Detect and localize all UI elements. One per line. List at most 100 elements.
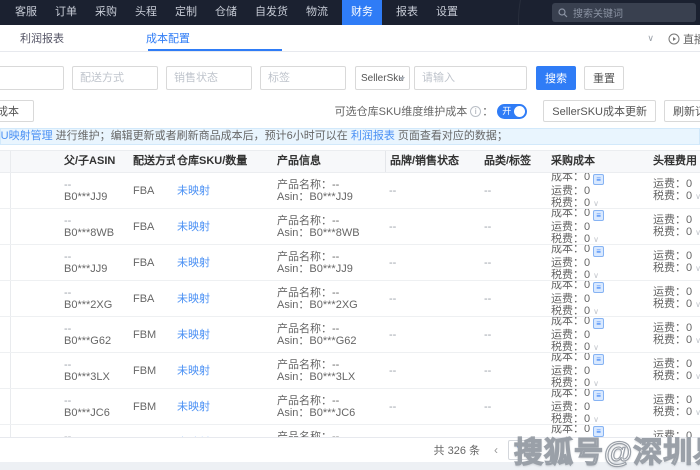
- row-select-strip[interactable]: [0, 245, 11, 280]
- expand-icon[interactable]: ∨: [593, 415, 599, 424]
- unmapped-link[interactable]: 未映射: [177, 293, 210, 305]
- expand-icon[interactable]: ∨: [593, 235, 599, 244]
- filter-input-cut[interactable]: [0, 66, 64, 90]
- expand-icon[interactable]: ∨: [695, 264, 700, 273]
- purchase-freight: 运费：0: [551, 293, 591, 305]
- page-number[interactable]: 1: [508, 440, 530, 460]
- top-navbar: 客服 订单 采购 头程 定制 仓储 自发货 物流 财务 报表 设置 搜索关键词: [0, 0, 700, 25]
- child-asin: B0***3LX: [64, 370, 110, 383]
- tag-filter[interactable]: [260, 66, 346, 90]
- warehouse-sku-toggle[interactable]: 开: [497, 103, 528, 119]
- nav-item-2[interactable]: 采购: [91, 0, 121, 25]
- edit-cost-icon[interactable]: [593, 210, 605, 221]
- nav-item-3[interactable]: 头程: [131, 0, 161, 25]
- expand-icon[interactable]: ∨: [695, 372, 700, 381]
- nav-item-0[interactable]: 客服: [11, 0, 41, 25]
- tab-cost-config[interactable]: 成本配置: [146, 30, 190, 46]
- seller-sku-select[interactable]: SellerSku: [355, 66, 410, 90]
- child-asin: B0***JJ9: [64, 190, 108, 203]
- column-header-6: 采购成本: [551, 155, 595, 167]
- expand-icon[interactable]: ∨: [593, 199, 599, 208]
- delivery-method-filter[interactable]: [72, 66, 158, 90]
- tab-profit-report[interactable]: 利润报表: [20, 30, 64, 46]
- product-asin: Asin：B0***8WB: [277, 226, 360, 239]
- column-header-7: 头程费用: [653, 155, 697, 167]
- headway-tax: 税费：0: [653, 298, 693, 310]
- edit-cost-icon[interactable]: [593, 246, 605, 257]
- expand-icon[interactable]: ∨: [695, 228, 700, 237]
- row-select-strip[interactable]: [0, 209, 11, 244]
- edit-cost-icon[interactable]: [593, 174, 605, 185]
- expand-icon[interactable]: ∨: [695, 192, 700, 201]
- sku-mapping-link[interactable]: SKU映射管理: [1, 130, 53, 142]
- nav-item-4[interactable]: 定制: [171, 0, 201, 25]
- category-tag: --: [484, 400, 492, 413]
- edit-cost-icon[interactable]: [593, 390, 605, 401]
- search-icon: [558, 7, 568, 17]
- purchase-cost: 成本：0: [551, 281, 591, 291]
- headway-freight: 运费：0: [653, 178, 693, 190]
- profit-report-link[interactable]: 利润报表: [351, 130, 395, 142]
- unmapped-link[interactable]: 未映射: [177, 257, 210, 269]
- sales-status-filter[interactable]: [166, 66, 252, 90]
- nav-item-9[interactable]: 报表: [392, 0, 422, 25]
- header-select-strip: [0, 151, 11, 172]
- delivery-method: FBA: [133, 184, 155, 197]
- unmapped-link[interactable]: 未映射: [177, 221, 210, 233]
- expand-icon[interactable]: ∨: [593, 271, 599, 280]
- filter-bar: SellerSku 搜索 重置: [0, 66, 700, 90]
- chevron-down-icon[interactable]: ∨: [647, 33, 654, 44]
- unmapped-link[interactable]: 未映射: [177, 185, 210, 197]
- expand-icon[interactable]: ∨: [695, 408, 700, 417]
- sub-tabs-bar: 利润报表 成本配置 ∨ 直播/: [0, 25, 700, 52]
- edit-cost-icon[interactable]: [593, 318, 605, 329]
- expand-icon[interactable]: ∨: [695, 300, 700, 309]
- child-asin: B0***8WB: [64, 226, 115, 239]
- row-select-strip[interactable]: [0, 281, 11, 316]
- purchase-tax: 税费：0: [551, 305, 591, 316]
- nav-item-1[interactable]: 订单: [51, 0, 81, 25]
- seller-sku-cost-update-button[interactable]: SellerSKU成本更新: [543, 100, 656, 122]
- edit-cost-icon[interactable]: [593, 426, 605, 437]
- row-select-strip[interactable]: [0, 173, 11, 208]
- purchase-tax: 税费：0: [551, 269, 591, 280]
- expand-icon[interactable]: ∨: [695, 336, 700, 345]
- row-select-strip[interactable]: [0, 317, 11, 352]
- column-header-4: 品牌/销售状态: [385, 151, 479, 172]
- prev-page-icon[interactable]: ‹: [494, 443, 498, 457]
- headway-tax: 税费：0: [653, 190, 693, 202]
- unmapped-link[interactable]: 未映射: [177, 365, 210, 377]
- unmapped-link[interactable]: 未映射: [177, 329, 210, 341]
- nav-item-7[interactable]: 物流: [302, 0, 332, 25]
- headway-freight: 运费：0: [653, 394, 693, 406]
- row-select-strip[interactable]: [0, 353, 11, 388]
- purchase-tax: 税费：0: [551, 197, 591, 208]
- product-asin: Asin：B0***JC6: [277, 406, 356, 419]
- brand-status: --: [389, 364, 397, 377]
- nav-item-6[interactable]: 自发货: [251, 0, 292, 25]
- global-search-input[interactable]: 搜索关键词: [552, 3, 696, 22]
- table-row: -- B0***3LX FBM 未映射 产品名称：-- Asin：B0***3L…: [0, 353, 700, 389]
- edit-cost-icon[interactable]: [593, 354, 605, 365]
- nav-item-5[interactable]: 仓储: [211, 0, 241, 25]
- brand-status: --: [389, 184, 397, 197]
- expand-icon[interactable]: ∨: [593, 379, 599, 388]
- delivery-method: FBM: [133, 400, 157, 413]
- search-button[interactable]: 搜索: [536, 66, 576, 90]
- cost-button-partial[interactable]: 成本: [0, 100, 34, 122]
- unmapped-link[interactable]: 未映射: [177, 401, 210, 413]
- nav-item-8[interactable]: 财务: [342, 0, 382, 25]
- reset-button[interactable]: 重置: [584, 66, 624, 90]
- row-select-strip[interactable]: [0, 389, 11, 424]
- refresh-order-button-partial[interactable]: 刷新订单: [664, 100, 700, 122]
- expand-icon[interactable]: ∨: [593, 307, 599, 316]
- purchase-tax: 税费：0: [551, 233, 591, 244]
- live-training-link[interactable]: 直播/: [668, 31, 700, 47]
- table-row: -- B0***JJ9 FBA 未映射 产品名称：-- Asin：B0***JJ…: [0, 245, 700, 281]
- headway-tax: 税费：0: [653, 406, 693, 418]
- expand-icon[interactable]: ∨: [593, 343, 599, 352]
- nav-item-10[interactable]: 设置: [432, 0, 462, 25]
- edit-cost-icon[interactable]: [593, 282, 605, 293]
- keyword-input[interactable]: [414, 66, 527, 90]
- brand-status: --: [389, 256, 397, 269]
